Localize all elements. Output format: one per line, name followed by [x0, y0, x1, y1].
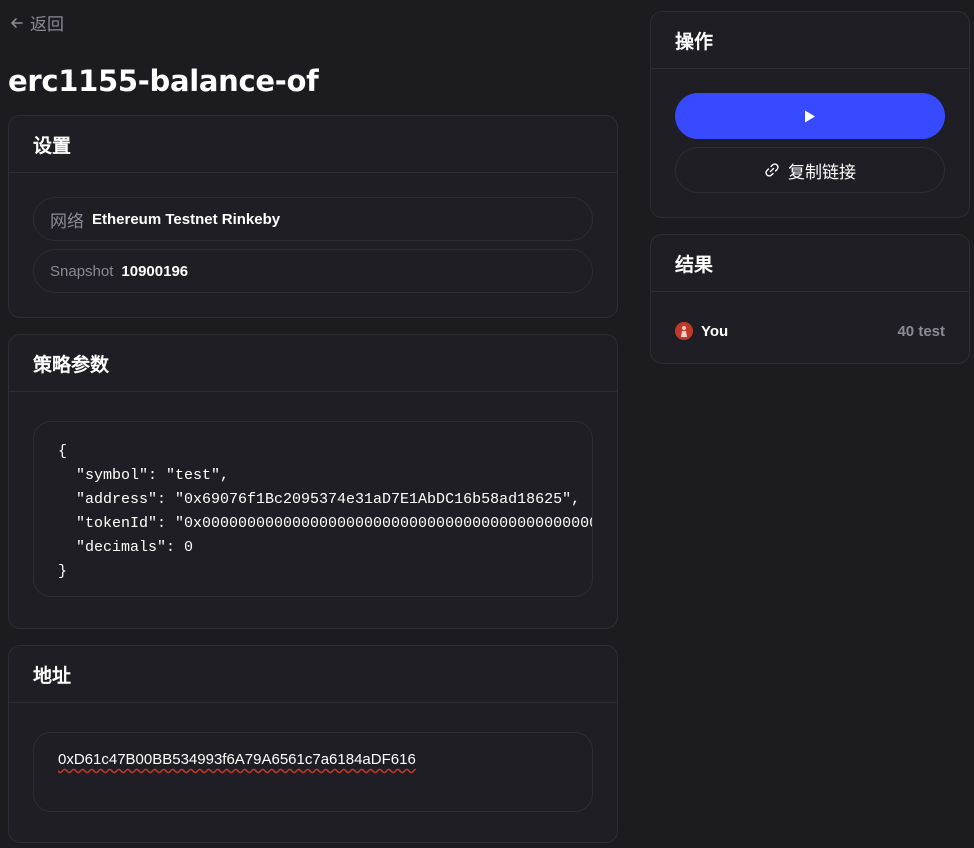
- settings-card: 设置 网络 Ethereum Testnet Rinkeby Snapshot …: [8, 115, 618, 318]
- snapshot-label: Snapshot: [50, 262, 114, 280]
- result-row: You 40 test: [675, 319, 945, 343]
- network-field[interactable]: 网络 Ethereum Testnet Rinkeby: [33, 197, 593, 241]
- copy-link-label: 复制链接: [788, 162, 856, 182]
- page-title: erc1155-balance-of: [8, 64, 319, 98]
- address-input[interactable]: 0xD61c47B00BB534993f6A79A6561c7a6184aDF6…: [33, 732, 593, 812]
- back-label: 返回: [30, 15, 64, 34]
- address-card-title: 地址: [9, 646, 617, 703]
- user-avatar-icon: [681, 326, 687, 337]
- avatar: [675, 322, 693, 340]
- network-label: 网络: [50, 211, 84, 231]
- actions-card: 操作 复制链接: [650, 11, 970, 218]
- strategy-params-json: { "symbol": "test", "address": "0x69076f…: [58, 443, 592, 580]
- page: 返回 erc1155-balance-of 设置 网络 Ethereum Tes…: [0, 0, 974, 848]
- results-card: 结果 You 40 test: [650, 234, 970, 364]
- address-value: 0xD61c47B00BB534993f6A79A6561c7a6184aDF6…: [58, 751, 416, 768]
- result-name: You: [701, 322, 729, 340]
- arrow-left-icon: [11, 17, 23, 28]
- settings-card-title: 设置: [9, 116, 617, 173]
- snapshot-value: 10900196: [121, 262, 189, 280]
- result-value: 40 test: [897, 322, 945, 340]
- snapshot-field[interactable]: Snapshot 10900196: [33, 249, 593, 293]
- link-icon: [765, 163, 779, 177]
- strategy-params-code[interactable]: { "symbol": "test", "address": "0x69076f…: [33, 421, 593, 597]
- strategy-card-title: 策略参数: [9, 335, 617, 392]
- play-icon: [805, 110, 815, 122]
- back-link[interactable]: 返回: [10, 10, 64, 35]
- network-value: Ethereum Testnet Rinkeby: [92, 210, 281, 228]
- copy-link-button[interactable]: 复制链接: [675, 147, 945, 193]
- run-button[interactable]: [675, 93, 945, 139]
- actions-card-title: 操作: [651, 12, 969, 69]
- strategy-card: 策略参数 { "symbol": "test", "address": "0x6…: [8, 334, 618, 629]
- results-card-title: 结果: [651, 235, 969, 292]
- address-card: 地址 0xD61c47B00BB534993f6A79A6561c7a6184a…: [8, 645, 618, 843]
